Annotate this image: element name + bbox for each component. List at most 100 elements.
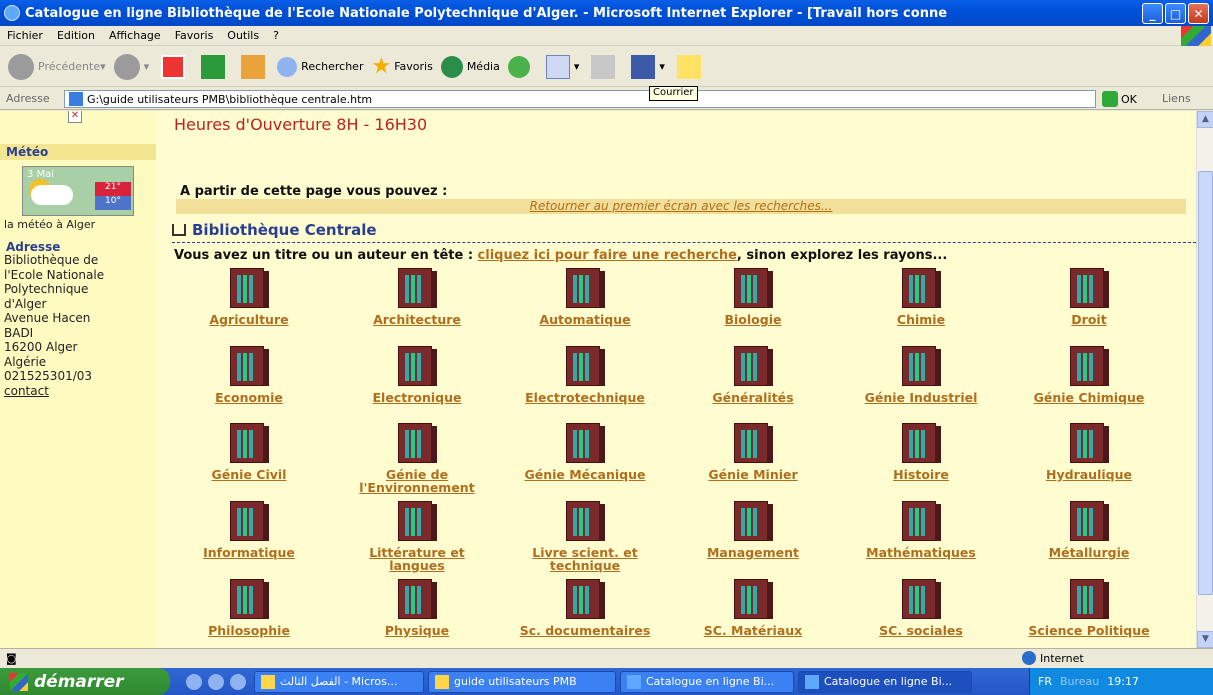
home-button[interactable] — [237, 54, 269, 79]
rayon-link[interactable]: Physique — [342, 579, 492, 637]
rayon-link[interactable]: Généralités — [678, 346, 828, 404]
toolbar: Précédente ▾ ▾ Rechercher ★ Favoris Média… — [0, 47, 1213, 87]
bookshelf-icon — [566, 268, 605, 310]
bookshelf-icon — [230, 579, 269, 621]
rayon-label: Génie de l'Environnement — [359, 467, 475, 495]
address-line: d'Alger — [4, 296, 47, 311]
rayon-link[interactable]: Droit — [1014, 268, 1164, 326]
stop-icon — [161, 54, 186, 79]
media-icon — [440, 55, 463, 78]
rayon-label: Sc. documentaires — [519, 623, 651, 638]
ie-quicklaunch-icon[interactable] — [186, 673, 202, 690]
desktop-quicklaunch-icon[interactable] — [230, 673, 246, 690]
minimize-button[interactable]: _ — [1142, 3, 1163, 24]
back-button[interactable]: Précédente ▾ — [8, 53, 106, 80]
rayon-link[interactable]: SC. sociales — [846, 579, 996, 637]
rayon-link[interactable]: Biologie — [678, 268, 828, 326]
rayon-label: Hydraulique — [1046, 467, 1132, 482]
rayon-link[interactable]: SC. Matériaux — [678, 579, 828, 637]
favorites-button[interactable]: ★ Favoris — [371, 54, 432, 79]
scroll-thumb[interactable] — [1198, 171, 1213, 595]
temp-high: 21° — [95, 182, 131, 196]
task-ie-1[interactable]: Catalogue en ligne Bi... — [620, 670, 794, 693]
bookshelf-icon — [230, 268, 269, 310]
menu-affichage[interactable]: Affichage — [102, 29, 168, 42]
search-link[interactable]: cliquez ici pour faire une recherche — [478, 248, 737, 263]
rayon-link[interactable]: Philosophie — [174, 579, 324, 637]
breadcrumb[interactable]: Bibliothèque Centrale — [172, 221, 377, 239]
edit-button[interactable]: ▾ — [627, 54, 665, 79]
scroll-up-button[interactable]: ▲ — [1197, 111, 1213, 128]
rayon-link[interactable]: Hydraulique — [1014, 423, 1164, 481]
rayon-link[interactable]: Génie Minier — [678, 423, 828, 481]
address-bar: Adresse G:\guide utilisateurs PMB\biblio… — [0, 88, 1213, 110]
media-button[interactable]: Média — [440, 55, 500, 78]
address-input[interactable]: G:\guide utilisateurs PMB\bibliothèque c… — [64, 90, 1096, 108]
rayon-link[interactable]: Architecture — [342, 268, 492, 326]
search-button[interactable]: Rechercher — [277, 56, 363, 77]
rayon-link[interactable]: Histoire — [846, 423, 996, 481]
contact-link[interactable]: contact — [4, 384, 104, 399]
desktop-toolbar[interactable]: Bureau — [1060, 675, 1099, 688]
mail-button[interactable]: ▾ — [542, 54, 579, 79]
task-folder[interactable]: guide utilisateurs PMB — [428, 670, 616, 693]
maximize-button[interactable]: □ — [1165, 3, 1186, 24]
rayon-link[interactable]: Agriculture — [174, 268, 324, 326]
main-panel: Heures d'Ouverture 8H - 16H30 A partir d… — [164, 111, 1196, 648]
task-ie-2[interactable]: Catalogue en ligne Bi... — [798, 670, 972, 693]
vertical-scrollbar[interactable]: ▲ ▼ — [1196, 111, 1213, 648]
window-title: Catalogue en ligne Bibliothèque de l'Eco… — [25, 5, 948, 21]
print-button[interactable] — [587, 54, 619, 79]
bookshelf-icon — [1070, 501, 1109, 543]
close-button[interactable]: ✕ — [1188, 3, 1209, 24]
notes-button[interactable] — [673, 54, 705, 79]
bookshelf-icon — [230, 423, 269, 465]
rayon-link[interactable]: Science Politique — [1014, 579, 1164, 637]
address-line: l'Ecole Nationale — [4, 267, 105, 282]
start-button[interactable]: démarrer — [0, 668, 170, 695]
broken-image-icon: ✕ — [68, 111, 82, 123]
address-line: Bibliothèque de — [4, 253, 99, 267]
rayon-label: Génie Mécanique — [524, 467, 646, 482]
rayon-link[interactable]: Littérature et langues — [342, 501, 492, 572]
menu-favoris[interactable]: Favoris — [168, 29, 221, 42]
rayon-link[interactable]: Management — [678, 501, 828, 559]
meteo-link[interactable]: la météo à Alger — [0, 218, 95, 233]
windows-logo-icon — [10, 672, 28, 691]
clock: 19:17 — [1107, 675, 1139, 688]
back-arrow-icon — [8, 53, 34, 80]
menu-outils[interactable]: Outils — [220, 29, 266, 42]
refresh-button[interactable] — [197, 54, 229, 79]
links-button[interactable]: Liens — [1162, 92, 1191, 105]
rayon-link[interactable]: Sc. documentaires — [510, 579, 660, 637]
rayon-link[interactable]: Automatique — [510, 268, 660, 326]
rayon-link[interactable]: Génie de l'Environnement — [342, 423, 492, 494]
rayon-link[interactable]: Génie Industriel — [846, 346, 996, 404]
menu-edition[interactable]: Edition — [50, 29, 102, 42]
rayon-link[interactable]: Chimie — [846, 268, 996, 326]
rayon-link[interactable]: Métallurgie — [1014, 501, 1164, 559]
scroll-down-button[interactable]: ▼ — [1197, 631, 1213, 648]
rayon-link[interactable]: Génie Chimique — [1014, 346, 1164, 404]
rayon-link[interactable]: Electrotechnique — [510, 346, 660, 404]
stop-button[interactable] — [157, 54, 189, 79]
language-indicator[interactable]: FR — [1038, 675, 1052, 688]
back-to-search-link[interactable]: Retourner au premier écran avec les rech… — [176, 199, 1186, 214]
forward-button[interactable]: ▾ — [113, 53, 149, 80]
rayon-link[interactable]: Informatique — [174, 501, 324, 559]
weather-widget[interactable]: 3 Mai 21° 10° — [22, 166, 134, 216]
rayon-link[interactable]: Génie Civil — [174, 423, 324, 481]
rayon-label: Architecture — [373, 312, 461, 327]
rayon-link[interactable]: Livre scient. et technique — [510, 501, 660, 572]
rayon-link[interactable]: Mathématiques — [846, 501, 996, 559]
media-quicklaunch-icon[interactable] — [208, 673, 224, 690]
rayon-link[interactable]: Génie Mécanique — [510, 423, 660, 481]
menu-fichier[interactable]: Fichier — [0, 29, 50, 42]
rayon-link[interactable]: Electronique — [342, 346, 492, 404]
go-button[interactable]: OK — [1102, 91, 1137, 107]
menu-help[interactable]: ? — [266, 29, 286, 42]
rayon-link[interactable]: Economie — [174, 346, 324, 404]
rayon-label: Electrotechnique — [525, 390, 645, 405]
task-word[interactable]: الفصل الثالث - Micros... — [254, 670, 424, 693]
history-button[interactable] — [507, 55, 534, 78]
